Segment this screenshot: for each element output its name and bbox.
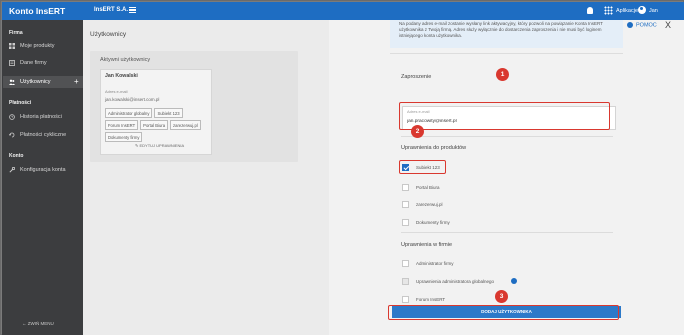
sidebar-item-uzytkownicy[interactable]: Użytkownicy + [3,76,83,88]
edit-permissions-button[interactable]: ✎ EDYTUJ UPRAWNIENIA [135,143,184,148]
bell-icon[interactable] [587,7,593,14]
apps-grid-icon[interactable] [604,6,613,15]
user-name[interactable]: Jan [649,8,658,14]
history-icon [9,114,15,120]
document-icon [9,60,15,66]
sidebar-item-historia-platnosci[interactable]: Historia płatności [3,111,83,123]
highlight-add-button [388,305,619,320]
checkbox-dokumenty-firmy[interactable] [402,219,409,226]
help-label: POMOC [636,22,657,29]
checkbox-global-admin [402,278,409,285]
checkbox-label: zarezerwuj.pl [416,202,443,207]
recurring-payments-icon [9,132,15,138]
sidebar-section-konto: Konto [9,153,24,159]
sidebar-section-platnosci: Płatności [9,100,32,106]
checkbox-label: Forum InsERT [416,297,446,302]
checkbox-label: Administrator firmy [416,261,454,266]
users-icon [9,79,15,85]
sidebar-item-moje-produkty[interactable]: Moje produkty [3,40,83,52]
close-button[interactable]: X [665,20,671,30]
checkbox-label: Uprawnienia administratora globalnego [416,279,495,284]
divider [401,232,613,233]
sidebar-item-dane-firmy[interactable]: Dane firmy [3,57,83,69]
highlight-subiekt-checkbox [399,160,446,174]
sidebar-item-label: Konfiguracja konta [20,167,66,173]
annotation-badge-2: 2 [411,125,424,138]
grid-icon [9,43,15,49]
apps-label[interactable]: Aplikacje [616,8,638,14]
info-icon [627,22,633,28]
user-card-email-label: Adres e-mail [105,89,128,94]
user-avatar-icon[interactable] [638,6,646,14]
user-card-name: Jan Kowalski [105,73,138,79]
info-icon[interactable] [511,278,517,284]
highlight-email-field [399,102,610,130]
checkbox-forum-insert[interactable] [402,296,409,303]
sidebar-item-label: Dane firmy [20,60,47,66]
user-card: Jan Kowalski Adres e-mail jan.kowalski@i… [100,69,212,155]
sidebar-item-platnosci-cykliczne[interactable]: Płatności cykliczne [3,129,83,141]
permission-tag: Dokumenty firmy [105,132,143,142]
annotation-badge-3: 3 [495,290,508,303]
permission-tag: Portal Biura [140,120,169,130]
collapse-menu-button[interactable]: ← ZWIŃ MENU [22,321,54,326]
sidebar-item-konfiguracja-konta[interactable]: Konfiguracja konta [3,164,83,176]
checkbox-administrator-firmy[interactable] [402,260,409,267]
user-card-tags: Administrator globalny Subiekt 123 Forum… [105,108,213,142]
top-bar: Konto InsERT InsERT S.A. Aplikacje Jan [2,2,684,20]
divider [401,136,613,137]
brand-logo[interactable]: Konto InsERT [9,6,65,16]
sidebar-item-label: Użytkownicy [20,79,51,85]
page-title: Użytkownicy [90,31,127,38]
company-name[interactable]: InsERT S.A. [94,7,128,13]
products-section-title: Uprawnienia do produktów [401,145,467,151]
add-user-drawer: Na podany adres e-mail zostanie wysłany … [329,20,684,335]
sidebar-item-label: Płatności cykliczne [20,132,67,138]
invite-section-title: Zaproszenie [401,74,432,80]
sidebar: Firma Moje produkty Dane firmy Użytkowni… [2,20,83,335]
help-link[interactable]: POMOC [627,22,657,28]
annotation-badge-1: 1 [496,68,509,81]
permission-tag: zarezerwuj.pl [170,120,201,130]
checkbox-zarezerwuj[interactable] [402,201,409,208]
active-users-title: Aktywni użytkownicy [100,57,151,63]
wrench-icon [9,167,15,173]
hamburger-menu-icon[interactable] [129,7,136,13]
active-users-card: Aktywni użytkownicy Jan Kowalski Adres e… [90,51,298,162]
permission-tag: Subiekt 123 [154,108,183,118]
checkbox-portal-biura[interactable] [402,184,409,191]
company-perms-title: Uprawnienia w firmie [401,242,453,248]
add-user-plus-icon[interactable]: + [74,77,79,86]
permission-tag: Forum InsERT [105,120,139,130]
main-content: Użytkownicy Aktywni użytkownicy Jan Kowa… [83,20,329,335]
permission-tag: Administrator globalny [105,108,153,118]
checkbox-label: Dokumenty firmy [416,220,450,225]
user-card-email: jan.kowalski@insert.com.pl [105,97,160,102]
sidebar-item-label: Historia płatności [20,114,62,120]
checkbox-label: Portal Biura [416,185,440,190]
sidebar-item-label: Moje produkty [20,43,55,49]
sidebar-section-firma: Firma [9,30,23,36]
screen-frame: Konto InsERT InsERT S.A. Aplikacje Jan F… [0,0,684,335]
info-banner: Na podany adres e-mail zostanie wysłany … [390,20,623,48]
